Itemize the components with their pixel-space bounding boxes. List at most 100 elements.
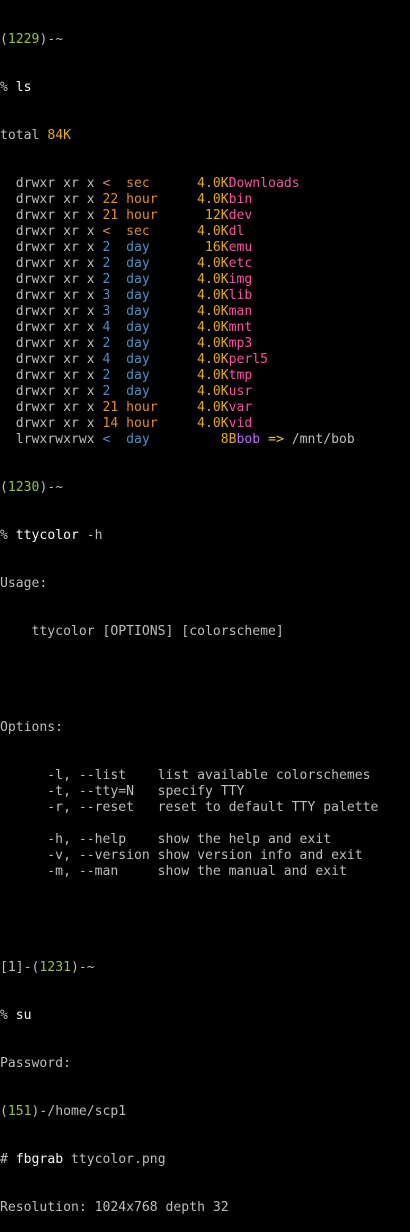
file-size: 4.0K [157, 256, 229, 271]
command-line: % ls [0, 80, 32, 95]
ls-row: drwxr xr x 21 hour 4.0Kvar [0, 400, 410, 416]
file-size: 4.0K [157, 224, 229, 239]
resolution-output: Resolution: 1024x768 depth 32 [0, 1200, 229, 1215]
file-age-unit: hour [118, 416, 166, 431]
file-age-unit: sec [110, 224, 158, 239]
file-name: usr [228, 384, 253, 399]
file-age-unit: hour [118, 208, 166, 223]
options-label: Options: [0, 720, 64, 735]
option-line: -r, --reset reset to default TTY palette [0, 800, 379, 815]
file-permissions: drwxr xr x [0, 176, 103, 191]
file-age-unit: day [110, 288, 158, 303]
file-size: 4.0K [157, 384, 229, 399]
ls-row: drwxr xr x 14 hour 4.0Kvid [0, 416, 410, 432]
prompt-line: (1230)-~ [0, 480, 64, 495]
file-size: 16K [157, 240, 229, 255]
file-size: 4.0K [157, 176, 229, 191]
ls-row: drwxr xr x 2 day 4.0Kmp3 [0, 336, 410, 352]
file-name: img [228, 272, 253, 287]
terminal-window[interactable]: (1229)-~ % ls total 84K drwxr xr x < sec… [0, 0, 410, 1215]
ls-row: drwxr xr x 2 day 4.0Kusr [0, 384, 410, 400]
file-name: dl [228, 224, 245, 239]
password-prompt[interactable]: Password: [0, 1056, 410, 1072]
prompt-line: (1229)-~ [0, 32, 64, 47]
usage-label: Usage: [0, 576, 48, 591]
file-permissions: drwxr xr x [0, 288, 103, 303]
ls-row: drwxr xr x < sec 4.0KDownloads [0, 176, 410, 192]
file-permissions: drwxr xr x [0, 240, 103, 255]
file-permissions: drwxr xr x [0, 320, 103, 335]
file-age-unit: day [110, 256, 158, 271]
file-age-unit: day [110, 272, 158, 287]
option-line [0, 816, 410, 832]
file-permissions: lrwxrwxrwx [0, 432, 103, 447]
file-name: mnt [228, 320, 253, 335]
file-age-value: 21 [102, 208, 119, 223]
file-name: lib [228, 288, 253, 303]
ls-row: drwxr xr x 4 day 4.0Kmnt [0, 320, 410, 336]
usage-text: ttycolor [OPTIONS] [colorscheme] [0, 624, 284, 639]
file-permissions: drwxr xr x [0, 256, 103, 271]
ls-row: drwxr xr x 2 day 4.0Ktmp [0, 368, 410, 384]
file-permissions: drwxr xr x [0, 304, 103, 319]
file-size: 4.0K [157, 352, 229, 367]
ls-row: drwxr xr x 2 day 16Kemu [0, 240, 410, 256]
file-name: perl5 [228, 352, 269, 367]
file-size: 4.0K [165, 416, 229, 431]
options-list: -l, --list list available colorschemes -… [0, 768, 410, 880]
ls-row: drwxr xr x < sec 4.0Kdl [0, 224, 410, 240]
option-line: -t, --tty=N specify TTY [0, 784, 245, 799]
file-name: Downloads [228, 176, 300, 191]
file-age-unit: day [110, 336, 158, 351]
file-age-unit: day [110, 352, 158, 367]
file-age-unit: day [110, 304, 158, 319]
option-line: -v, --version show version info and exit [0, 848, 363, 863]
file-age-unit: day [110, 368, 158, 383]
file-size: 4.0K [157, 320, 229, 335]
file-age-value: 21 [102, 400, 119, 415]
file-permissions: drwxr xr x [0, 336, 103, 351]
command-line: % ttycolor -h [0, 528, 103, 543]
ls-row: drwxr xr x 3 day 4.0Klib [0, 288, 410, 304]
file-name: etc [228, 256, 253, 271]
ls-row: drwxr xr x 4 day 4.0Kperl5 [0, 352, 410, 368]
file-permissions: drwxr xr x [0, 384, 103, 399]
option-line: -h, --help show the help and exit [0, 832, 332, 847]
file-size: 4.0K [157, 288, 229, 303]
file-permissions: drwxr xr x [0, 400, 103, 415]
ls-row: drwxr xr x 2 day 4.0Kimg [0, 272, 410, 288]
symlink-target: /mnt/bob [291, 432, 355, 447]
file-age-unit: hour [118, 400, 166, 415]
file-name: emu [228, 240, 253, 255]
ls-row: drwxr xr x 3 day 4.0Kman [0, 304, 410, 320]
file-name: vid [228, 416, 253, 431]
file-permissions: drwxr xr x [0, 272, 103, 287]
prompt-line: [1]-(1231)-~ [0, 960, 95, 975]
file-age-unit: sec [110, 176, 158, 191]
symlink-arrow: => [260, 432, 292, 447]
ls-row: lrwxrwxrwx < day 8Bbob => /mnt/bob [0, 432, 410, 448]
file-name: man [228, 304, 253, 319]
command-line: % su [0, 1008, 32, 1023]
file-permissions: drwxr xr x [0, 352, 103, 367]
file-age-unit: day [110, 320, 158, 335]
option-line: -m, --man show the manual and exit [0, 864, 347, 879]
file-permissions: drwxr xr x [0, 192, 103, 207]
prompt-line: (151)-/home/scp1 [0, 1104, 127, 1119]
file-permissions: drwxr xr x [0, 224, 103, 239]
file-age-unit: day [110, 384, 158, 399]
ls-row: drwxr xr x 2 day 4.0Ketc [0, 256, 410, 272]
file-age-unit: day [110, 432, 158, 447]
file-age-value: 22 [102, 192, 119, 207]
file-name: mp3 [228, 336, 253, 351]
file-size: 4.0K [157, 272, 229, 287]
ls-listing: drwxr xr x < sec 4.0KDownloads drwxr xr … [0, 176, 410, 448]
file-name: bin [228, 192, 253, 207]
file-permissions: drwxr xr x [0, 208, 103, 223]
file-name: dev [228, 208, 253, 223]
command-line: # fbgrab ttycolor.png [0, 1152, 166, 1167]
file-name: bob [236, 432, 261, 447]
ls-row: drwxr xr x 22 hour 4.0Kbin [0, 192, 410, 208]
